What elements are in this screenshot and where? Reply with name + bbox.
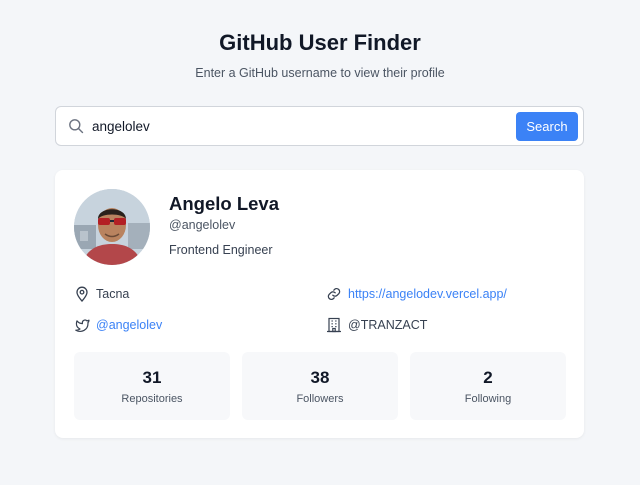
location-item: Tacna bbox=[74, 285, 129, 303]
stat-value: 31 bbox=[142, 368, 162, 387]
stat-label: Repositories bbox=[121, 393, 183, 405]
search-input[interactable] bbox=[92, 115, 472, 137]
search-button[interactable]: Search bbox=[516, 112, 578, 141]
search-icon bbox=[68, 118, 84, 134]
company-text: @TRANZACT bbox=[348, 318, 428, 332]
stat-value: 2 bbox=[483, 368, 493, 387]
stat-following: 2 Following bbox=[410, 352, 566, 420]
twitter-item: @angelolev bbox=[74, 316, 162, 334]
profile-name: Angelo Leva bbox=[169, 193, 279, 214]
profile-handle: @angelolev bbox=[169, 218, 236, 232]
profile-bio: Frontend Engineer bbox=[169, 243, 273, 257]
profile-card: Angelo Leva @angelolev Frontend Engineer… bbox=[55, 170, 584, 438]
map-pin-icon bbox=[76, 286, 88, 302]
page-title: GitHub User Finder bbox=[219, 30, 421, 55]
twitter-icon bbox=[75, 319, 90, 332]
search-bar: Search bbox=[55, 106, 584, 146]
stat-followers: 38 Followers bbox=[242, 352, 398, 420]
link-icon bbox=[327, 287, 341, 301]
avatar bbox=[74, 189, 150, 265]
company-item: @TRANZACT bbox=[326, 316, 427, 334]
page-subtitle: Enter a GitHub username to view their pr… bbox=[195, 66, 445, 80]
page: GitHub User Finder Enter a GitHub userna… bbox=[0, 0, 640, 485]
website-item: https://angelodev.vercel.app/ bbox=[326, 285, 507, 303]
website-link[interactable]: https://angelodev.vercel.app/ bbox=[348, 287, 507, 301]
stat-repositories: 31 Repositories bbox=[74, 352, 230, 420]
stat-label: Followers bbox=[296, 393, 344, 405]
twitter-link[interactable]: @angelolev bbox=[96, 318, 162, 332]
stat-value: 38 bbox=[310, 368, 330, 387]
stat-label: Following bbox=[464, 393, 512, 405]
building-icon bbox=[327, 317, 341, 333]
location-text: Tacna bbox=[96, 287, 130, 301]
